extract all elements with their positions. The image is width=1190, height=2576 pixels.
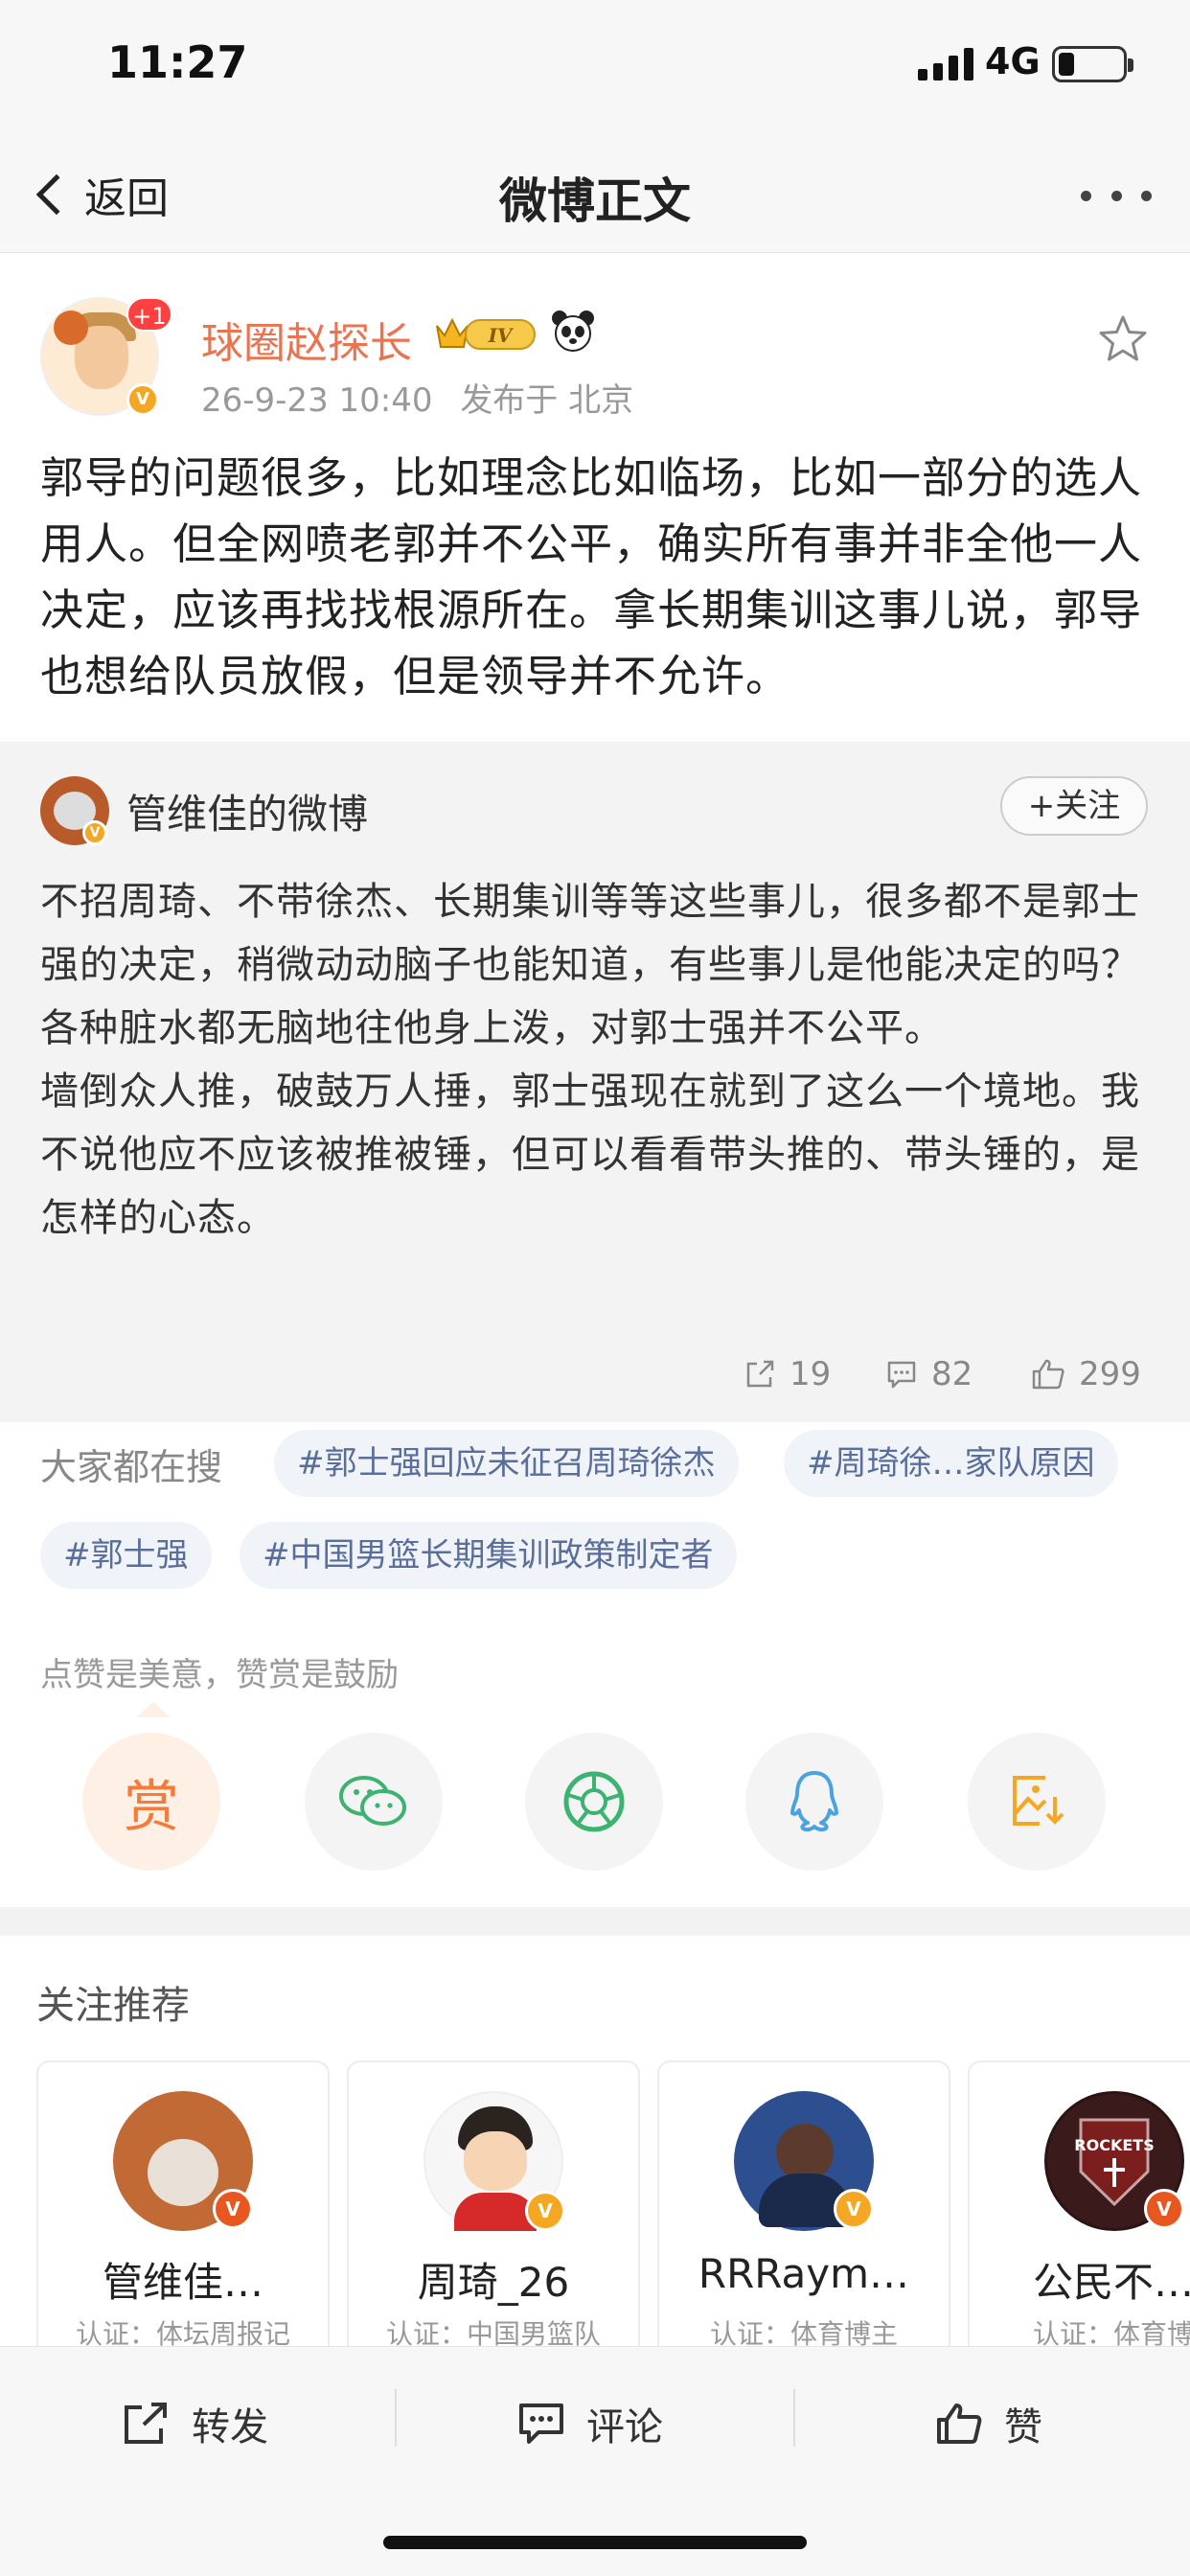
trending-tag[interactable]: #郭士强: [40, 1522, 212, 1589]
post-location: 发布于 北京: [460, 381, 634, 420]
recommend-avatar[interactable]: ROCKETS V: [1044, 2091, 1184, 2231]
qq-icon: [790, 1771, 838, 1832]
network-label: 4G: [985, 40, 1041, 82]
recommend-card[interactable]: V 周琦_26 认证：中国男篮队: [347, 2060, 640, 2367]
repost-count: 19: [790, 1355, 832, 1393]
post-text: 郭导的问题很多，比如理念比如临场，比如一部分的选人用人。但全网喷老郭并不公平，确…: [40, 452, 1143, 702]
battery-level: [1059, 53, 1074, 76]
repost-author-avatar[interactable]: V: [40, 776, 109, 845]
repost-comment-action[interactable]: 82: [885, 1346, 973, 1403]
recommend-name: 公民不…: [1032, 2259, 1190, 2306]
verified-icon: V: [1144, 2189, 1184, 2229]
recommend-card[interactable]: ROCKETS V 公民不… 认证：体育博: [968, 2060, 1190, 2367]
repost-like-action[interactable]: 299: [1031, 1346, 1141, 1403]
post-timestamp: 26-9-23 10:40: [201, 381, 433, 420]
save-image-button[interactable]: [968, 1733, 1106, 1871]
repost-button[interactable]: 转发: [123, 2385, 268, 2462]
comment-count: 82: [931, 1355, 973, 1393]
follow-button[interactable]: +关注: [1000, 776, 1148, 836]
battery-icon: [1052, 46, 1133, 82]
repost-text: 不招周琦、不带徐杰、长期集训等等这些事儿，很多都不是郭士强的决定，稍微动动脑子也…: [40, 870, 1152, 1250]
repost-share-action[interactable]: 19: [744, 1346, 831, 1403]
rockets-logo-text: ROCKETS: [1074, 2136, 1154, 2154]
author-name[interactable]: 球圈赵探长: [201, 309, 412, 370]
home-indicator: [383, 2536, 807, 2549]
avatar-face: [776, 2124, 834, 2181]
comment-button[interactable]: 评论: [517, 2385, 663, 2462]
trending-tag[interactable]: #中国男篮长期集训政策制定者: [240, 1522, 737, 1589]
reward-pointer: [136, 1702, 171, 1717]
thumbs-up-icon: [937, 2404, 982, 2444]
level-badge-text: IV: [488, 324, 515, 347]
post: +1 V 球圈赵探长 IV 26-9-23 10:40 发布于 北京 郭导的问题…: [0, 253, 1190, 742]
toolbar-divider: [793, 2389, 795, 2447]
verified-icon: V: [82, 820, 107, 845]
avatar-face: [464, 2131, 527, 2191]
notification-badge: +1: [126, 297, 172, 332]
repost-author-name[interactable]: 管维佳的微博: [126, 782, 368, 840]
repost-paragraph: 墙倒众人推，破鼓万人捶，郭士强现在就到了这么一个境地。我不说他应不应该被推被锤，…: [40, 1070, 1140, 1240]
author-avatar[interactable]: +1 V: [40, 297, 172, 416]
post-meta: 26-9-23 10:40 发布于 北京: [201, 374, 633, 421]
moments-icon: [563, 1771, 625, 1832]
recommend-name: 周琦_26: [417, 2259, 570, 2306]
comment-icon: [887, 1361, 916, 1389]
repost-box[interactable]: V 管维佳的微博 +关注 不招周琦、不带徐杰、长期集训等等这些事儿，很多都不是郭…: [0, 742, 1190, 1422]
page-title: 微博正文: [499, 173, 691, 229]
wechat-icon: [339, 1776, 406, 1826]
share-icon: [125, 2403, 167, 2444]
recommend-title: 关注推荐: [36, 1984, 190, 2028]
trending-tag[interactable]: #周琦徐…家队原因: [784, 1430, 1118, 1497]
crown-level-icon: IV: [436, 317, 536, 350]
trending-tag[interactable]: #郭士强回应未征召周琦徐杰: [274, 1430, 739, 1497]
wechat-share-button[interactable]: [305, 1733, 443, 1871]
recommend-avatar[interactable]: V: [423, 2091, 565, 2231]
section-divider: [0, 1907, 1190, 1936]
repost-label: 转发: [192, 2405, 268, 2450]
recommend-name: RRRaym…: [698, 2250, 910, 2297]
comment-label: 评论: [586, 2405, 663, 2450]
share-icon: [746, 1360, 774, 1388]
recommend-name: 管维佳…: [102, 2259, 263, 2306]
reward-button[interactable]: 赏: [82, 1733, 220, 1871]
like-label: 赞: [1004, 2405, 1042, 2450]
signal-icon: [918, 48, 973, 80]
repost-actions: 19 82 299: [0, 1346, 1190, 1403]
toolbar-divider: [395, 2389, 397, 2447]
nav-bar: 返回 微博正文: [0, 134, 1190, 253]
like-count: 299: [1079, 1355, 1141, 1393]
favorite-star-icon[interactable]: [1096, 312, 1150, 366]
trending-label: 大家都在搜: [40, 1446, 223, 1488]
status-time: 11:27: [107, 36, 248, 88]
recommend-avatar[interactable]: V: [734, 2091, 874, 2231]
recommend-card[interactable]: V 管维佳… 认证：体坛周报记: [36, 2060, 330, 2367]
basketball-icon: [54, 310, 88, 345]
thumbs-up-icon: [1032, 1359, 1064, 1390]
panda-icon: [552, 310, 594, 352]
like-button[interactable]: 赞: [935, 2385, 1042, 2462]
reward-hint: 点赞是美意，赞赏是鼓励: [40, 1656, 399, 1694]
moments-share-button[interactable]: [525, 1733, 663, 1871]
verified-icon: V: [213, 2189, 253, 2229]
more-icon[interactable]: [1081, 184, 1152, 207]
repost-paragraph: 不招周琦、不带徐杰、长期集训等等这些事儿，很多都不是郭士强的决定，稍微动动脑子也…: [40, 880, 1140, 1050]
qq-share-button[interactable]: [745, 1733, 883, 1871]
comment-icon: [519, 2404, 563, 2444]
verified-icon: V: [126, 383, 159, 416]
recommend-card[interactable]: V RRRaym… 认证：体育博主: [657, 2060, 950, 2367]
recommend-avatar[interactable]: V: [113, 2091, 253, 2231]
save-image-icon: [1013, 1776, 1064, 1826]
verified-icon: V: [525, 2191, 565, 2231]
status-bar: 11:27 4G: [0, 0, 1190, 134]
verified-icon: V: [834, 2189, 874, 2229]
avatar-face: [148, 2139, 218, 2206]
